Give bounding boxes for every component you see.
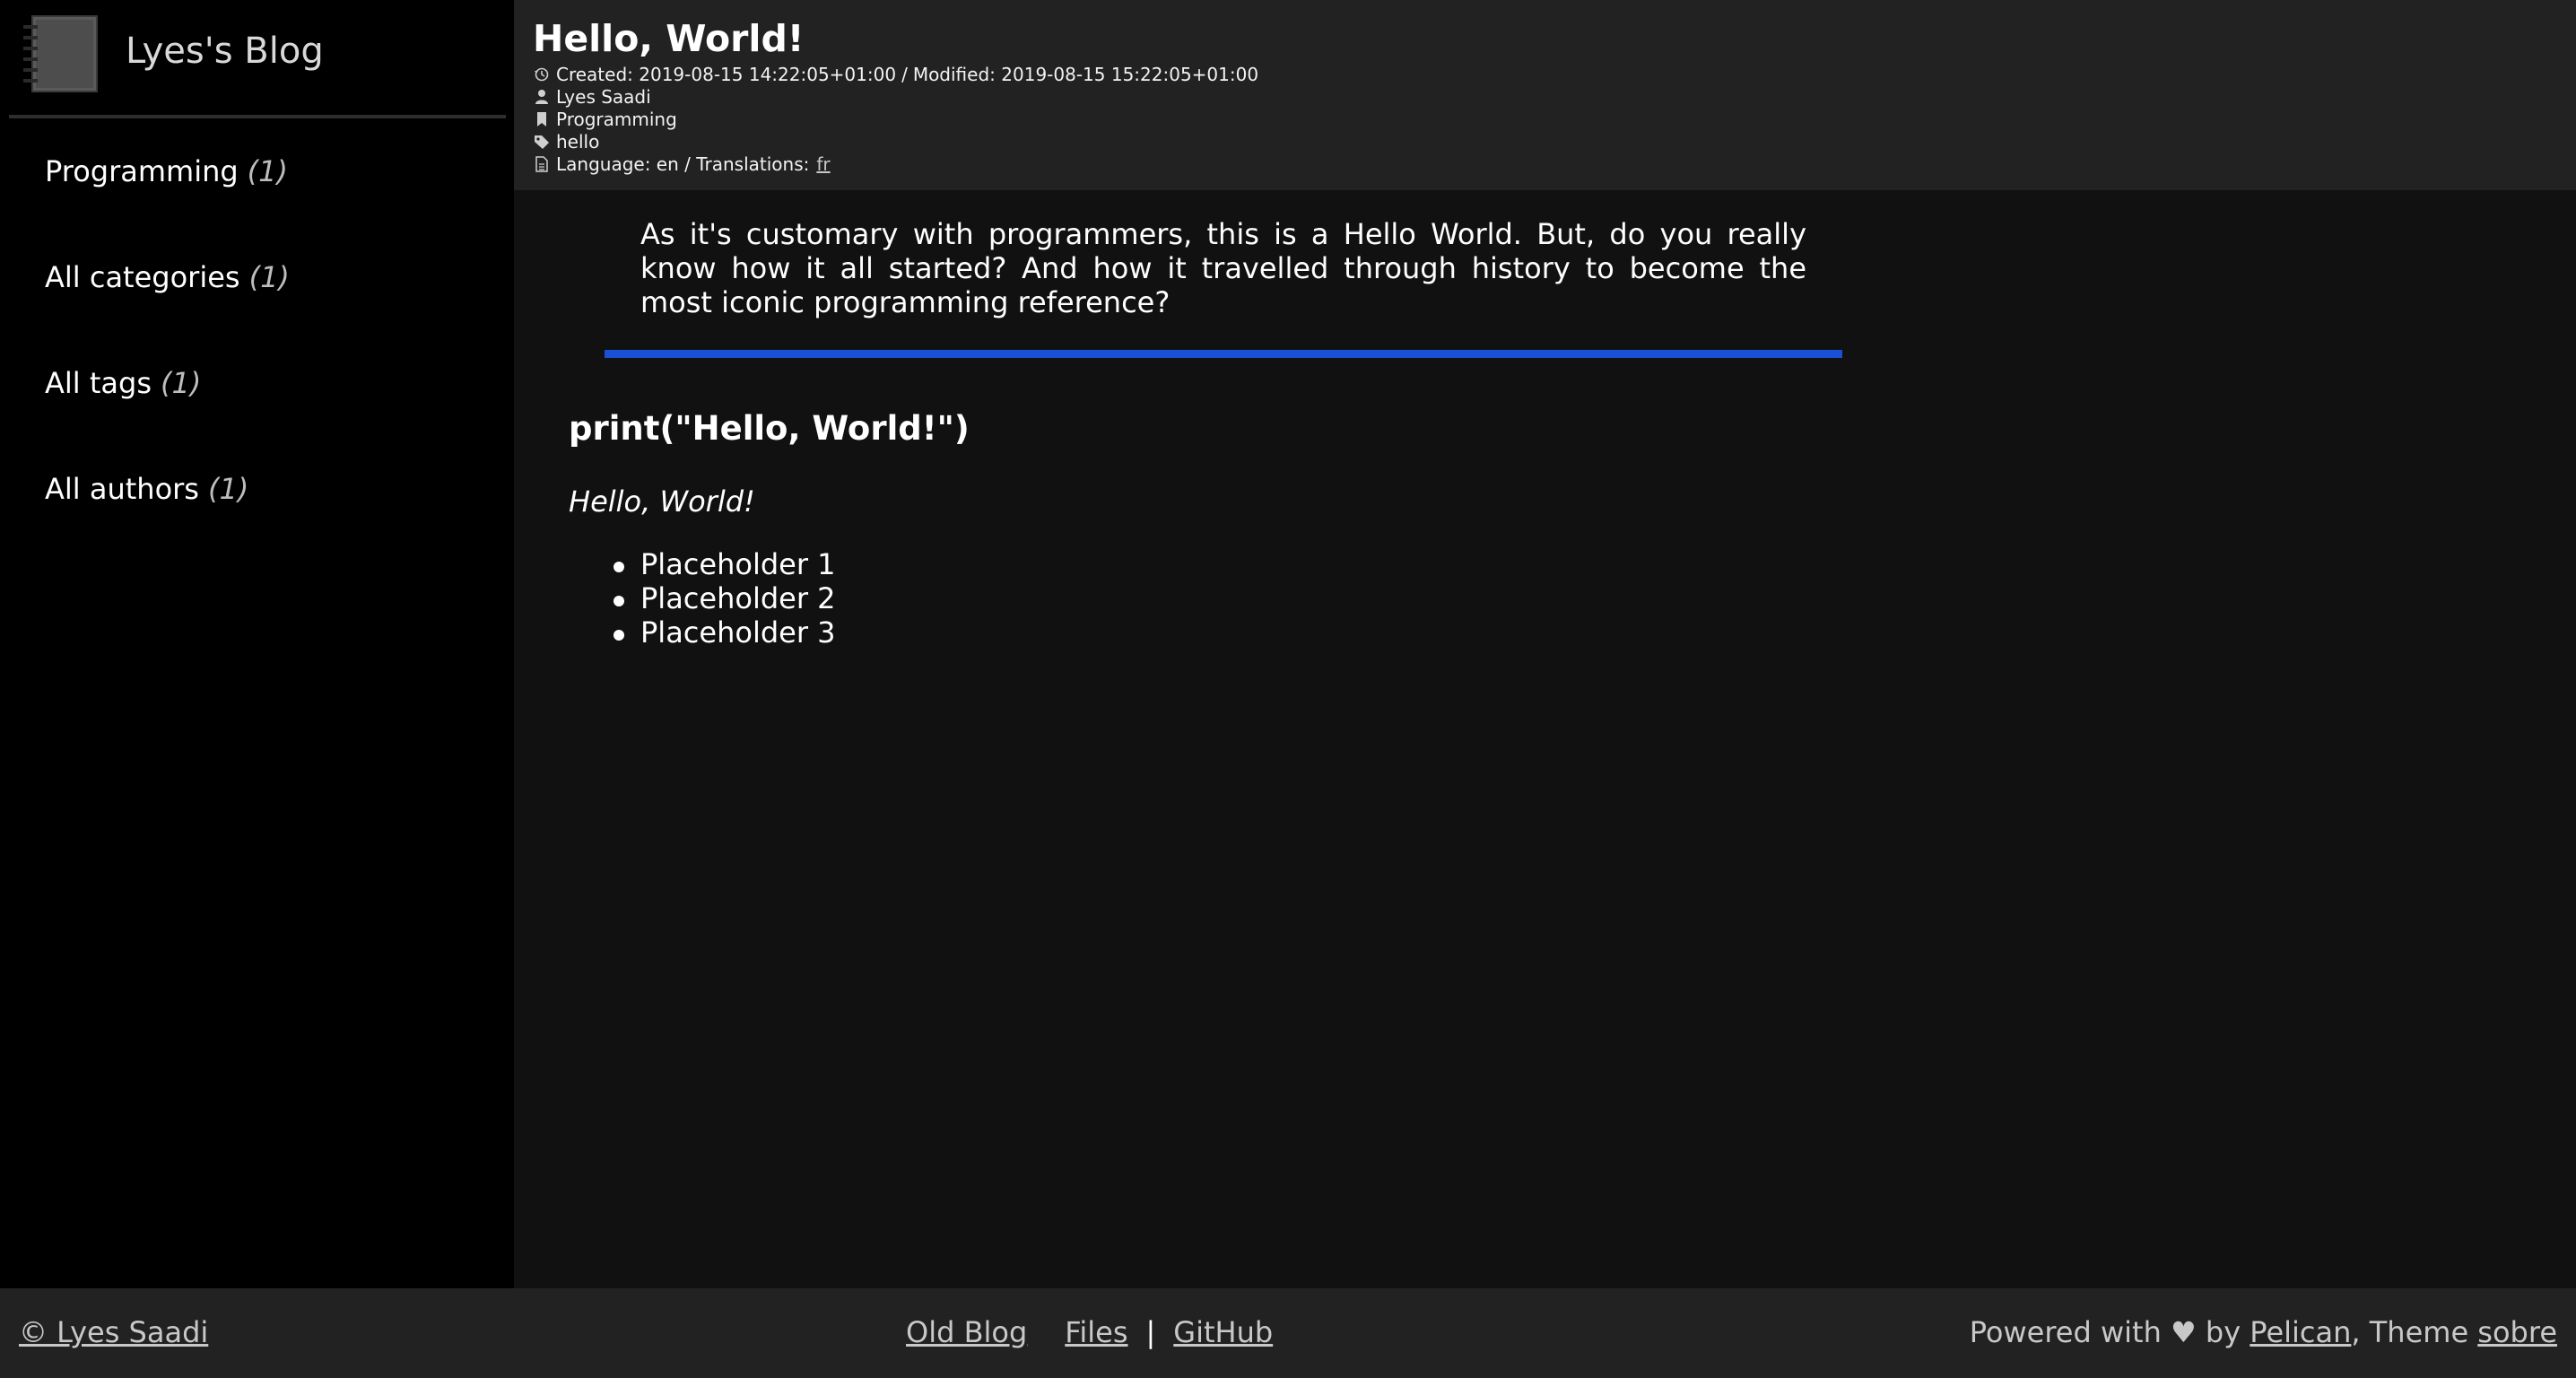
list-item: Placeholder 3: [614, 615, 836, 650]
footer: © Lyes Saadi Old Blog Files | GitHub Pow…: [0, 1288, 2576, 1378]
tag-name[interactable]: hello: [556, 131, 599, 153]
created-date: 2019-08-15 14:22:05+01:00: [639, 63, 897, 85]
sidebar-item-label: All tags: [45, 366, 152, 400]
post-dates: Created: 2019-08-15 14:22:05+01:00 / Mod…: [533, 63, 2576, 85]
list-item: Placeholder 2: [614, 581, 836, 615]
created-label: Created:: [556, 63, 633, 85]
sidebar-item-label: All categories: [45, 260, 240, 294]
article-summary: As it's customary with programmers, this…: [640, 217, 1806, 319]
category-name[interactable]: Programming: [556, 109, 677, 130]
theme-text: , Theme: [2351, 1315, 2469, 1349]
link-gap: [1027, 1315, 1065, 1349]
sidebar-item-count: (1): [248, 260, 290, 294]
copyright-link[interactable]: © Lyes Saadi: [19, 1315, 208, 1349]
github-link[interactable]: GitHub: [1173, 1315, 1273, 1349]
powered-text: Powered with ♥ by: [1969, 1315, 2241, 1349]
sidebar-item-label: Programming: [45, 154, 239, 188]
tag-icon: [533, 133, 551, 151]
old-blog-link[interactable]: Old Blog: [906, 1315, 1027, 1349]
sidebar-item-label: All authors: [45, 472, 199, 506]
sidebar-item-all-tags[interactable]: All tags (1): [0, 330, 514, 436]
post-language: Language: en / Translations: fr: [533, 153, 2576, 175]
user-icon: [533, 88, 551, 106]
sidebar-item-count: (1): [207, 472, 249, 506]
italic-text: Hello, World!: [569, 484, 755, 519]
bookmark-icon: [533, 110, 551, 128]
link-separator: |: [1145, 1315, 1156, 1349]
author-name[interactable]: Lyes Saadi: [556, 86, 651, 108]
notebook-icon[interactable]: [20, 14, 99, 93]
post-tags: hello: [533, 130, 2576, 153]
footer-links: Old Blog Files | GitHub: [906, 1315, 1273, 1349]
sidebar-item-programming[interactable]: Programming (1): [0, 118, 514, 224]
history-icon: [533, 65, 551, 83]
post-category: Programming: [533, 108, 2576, 130]
post-author: Lyes Saadi: [533, 85, 2576, 108]
sidebar-item-count: (1): [247, 154, 288, 188]
sidebar-item-all-categories[interactable]: All categories (1): [0, 224, 514, 330]
sidebar: Lyes's Blog Programming (1) All categori…: [0, 0, 514, 1288]
language-text: Language: en / Translations:: [556, 153, 810, 175]
footer-credits: Powered with ♥ by Pelican, Theme sobre: [1970, 1315, 2557, 1349]
site-title-link[interactable]: Lyes's Blog: [126, 31, 324, 72]
modified-label: Modified:: [912, 63, 996, 85]
article-header: Hello, World! Created: 2019-08-15 14:22:…: [514, 0, 2576, 190]
modified-date: 2019-08-15 15:22:05+01:00: [1001, 63, 1259, 85]
placeholder-list: Placeholder 1 Placeholder 2 Placeholder …: [614, 547, 836, 650]
site-brand: Lyes's Blog: [9, 0, 506, 118]
sidebar-nav: Programming (1) All categories (1) All t…: [0, 118, 514, 542]
article-content: As it's customary with programmers, this…: [514, 190, 2576, 1288]
sidebar-item-count: (1): [160, 366, 202, 400]
document-icon: [533, 155, 551, 173]
theme-link[interactable]: sobre: [2477, 1315, 2557, 1349]
pelican-link[interactable]: Pelican: [2250, 1315, 2351, 1349]
page-title: Hello, World!: [533, 17, 805, 60]
sidebar-item-all-authors[interactable]: All authors (1): [0, 436, 514, 542]
translation-link-fr[interactable]: fr: [816, 153, 830, 175]
date-separator: /: [901, 63, 908, 85]
footer-copyright: © Lyes Saadi: [19, 1315, 208, 1349]
files-link[interactable]: Files: [1065, 1315, 1127, 1349]
content-heading: print("Hello, World!"): [569, 409, 970, 448]
summary-divider: [605, 350, 1842, 358]
list-item: Placeholder 1: [614, 547, 836, 581]
